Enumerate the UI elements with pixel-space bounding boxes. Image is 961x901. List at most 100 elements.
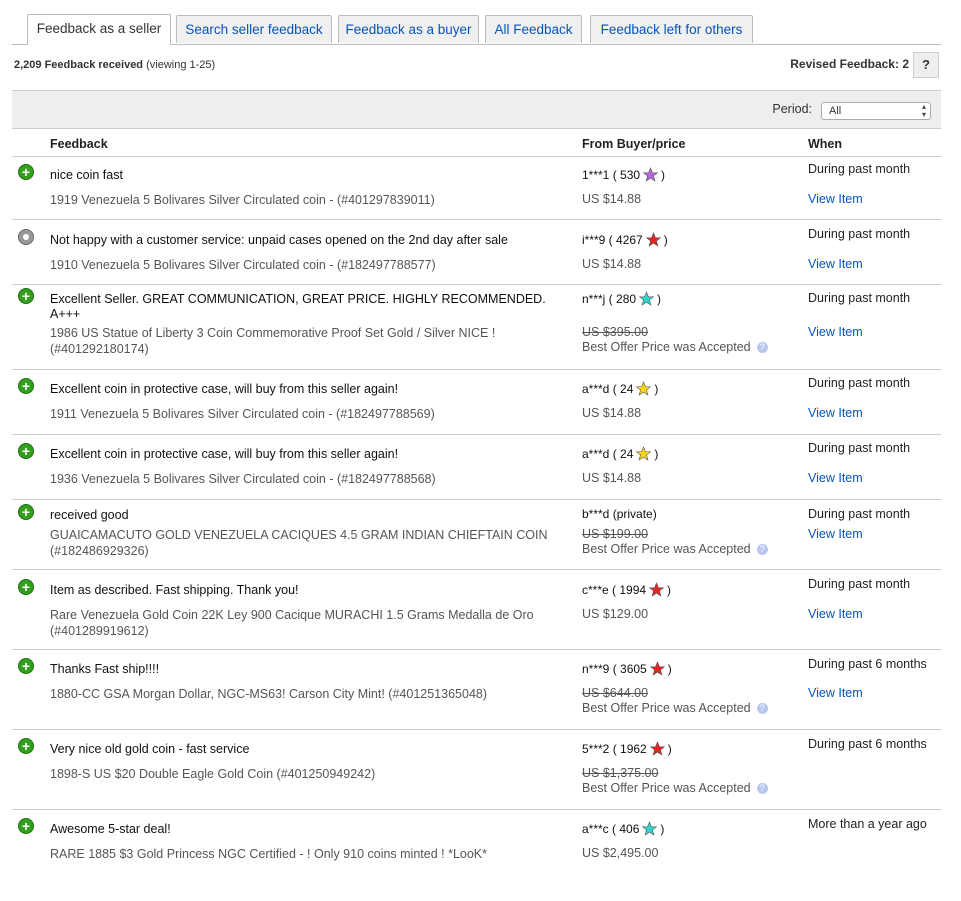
tab-feedback-as-seller[interactable]: Feedback as a seller [27,14,171,45]
item-title: 1880-CC GSA Morgan Dollar, NGC-MS63! Car… [50,687,488,701]
info-icon[interactable]: ? [756,342,768,353]
feedback-when: During past month [808,376,911,390]
column-when: When [808,137,843,151]
feedback-comment: Excellent coin in protective case, will … [50,382,399,396]
buyer-info: i***9 ( 4267) [582,232,668,247]
feedback-count: 2,209 Feedback received [14,59,144,71]
info-icon[interactable]: ? [756,544,768,555]
item-price: US $395.00 [582,325,649,339]
feedback-row: Not happy with a customer service: unpai… [12,219,941,285]
buyer-info: n***9 ( 3605) [582,661,672,676]
buyer-id-score[interactable]: n***j ( 280 [582,292,636,306]
view-item-link[interactable]: View Item [808,192,863,206]
buyer-id-score[interactable]: c***e ( 1994 [582,583,646,597]
best-offer-text: Best Offer Price was Accepted [582,542,751,556]
buyer-id-score[interactable]: a***c ( 406 [582,822,639,836]
item-price: US $199.00 [582,527,649,541]
view-item-link[interactable]: View Item [808,607,863,621]
yellow-star-icon [636,446,652,461]
feedback-when: During past 6 months [808,737,927,751]
buyer-info-end: ) [663,233,668,247]
feedback-row: + Awesome 5-star deal! RARE 1885 $3 Gold P… [12,809,941,901]
feedback-summary: 2,209 Feedback received (viewing 1-25) [14,59,215,71]
buyer-id-score[interactable]: n***9 ( 3605 [582,662,647,676]
viewing-range: (viewing 1-25) [146,59,216,71]
feedback-when: During past month [808,162,911,176]
buyer-id-score[interactable]: b***d (private) [582,507,657,521]
period-value: All [829,105,842,117]
view-item-link[interactable]: View Item [808,406,863,420]
buyer-info-end: ) [667,742,672,756]
buyer-info: a***c ( 406) [582,821,664,836]
positive-feedback-icon: + [18,443,34,459]
item-price: US $644.00 [582,686,649,700]
feedback-when: During past month [808,441,911,455]
buyer-info: 5***2 ( 1962) [582,741,672,756]
red-star-icon [649,741,665,756]
feedback-row: + Excellent Seller. GREAT COMMUNICATION, … [12,284,941,370]
best-offer-note: Best Offer Price was Accepted? [582,781,768,795]
buyer-id-score[interactable]: a***d ( 24 [582,447,633,461]
positive-feedback-icon: + [18,579,34,595]
neutral-feedback-icon [18,229,34,245]
item-title: 1986 US Statue of Liberty 3 Coin Commemo… [50,326,496,356]
purple-star-icon [643,167,659,182]
feedback-row: + Very nice old gold coin - fast service 1… [12,729,941,810]
feedback-row: + Excellent coin in protective case, will… [12,369,941,435]
buyer-info-end: ) [654,382,659,396]
view-item-link[interactable]: View Item [808,471,863,485]
view-item-link[interactable]: View Item [808,686,863,700]
tab-all-feedback[interactable]: All Feedback [485,15,582,43]
item-title: 1898-S US $20 Double Eagle Gold Coin (#4… [50,767,376,781]
tab-feedback-as-buyer[interactable]: Feedback as a buyer [338,15,479,43]
buyer-id-score[interactable]: 5***2 ( 1962 [582,742,647,756]
red-star-icon [649,582,665,597]
positive-feedback-icon: + [18,164,34,180]
red-star-icon [645,232,661,247]
buyer-info-end: ) [667,662,672,676]
select-arrows-icon: ▴ ▾ [921,102,926,119]
buyer-info: 1***1 ( 530) [582,167,665,182]
feedback-comment: nice coin fast [50,168,123,182]
item-price: US $129.00 [582,607,649,621]
buyer-info: n***j ( 280) [582,291,661,306]
item-price: US $14.88 [582,257,642,271]
item-title: GUAICAMACUTO GOLD VENEZUELA CACIQUES 4.5… [50,528,548,558]
best-offer-text: Best Offer Price was Accepted [582,701,751,715]
buyer-info-end: ) [660,822,665,836]
buyer-info-end: ) [661,168,666,182]
feedback-comment: Excellent Seller. GREAT COMMUNICATION, G… [50,292,546,321]
buyer-id-score[interactable]: 1***1 ( 530 [582,168,640,182]
positive-feedback-icon: + [18,818,34,834]
positive-feedback-icon: + [18,288,34,304]
positive-feedback-icon: + [18,378,34,394]
view-item-link[interactable]: View Item [808,527,863,541]
feedback-comment: Not happy with a customer service: unpai… [50,233,508,247]
feedback-comment: Very nice old gold coin - fast service [50,742,250,756]
feedback-comment: Awesome 5-star deal! [50,822,171,836]
buyer-id-score[interactable]: a***d ( 24 [582,382,633,396]
tab-search-seller-feedback[interactable]: Search seller feedback [176,15,332,43]
view-item-link[interactable]: View Item [808,325,863,339]
period-select[interactable]: All ▴ ▾ [821,102,931,120]
item-price: US $14.88 [582,192,642,206]
view-item-link[interactable]: View Item [808,257,863,271]
best-offer-text: Best Offer Price was Accepted [582,340,751,354]
info-icon[interactable]: ? [756,703,768,714]
buyer-info-end: ) [667,583,672,597]
best-offer-note: Best Offer Price was Accepted? [582,701,768,715]
best-offer-text: Best Offer Price was Accepted [582,781,751,795]
revised-feedback-count: Revised Feedback: 2 [790,57,909,71]
tab-feedback-left-for-others[interactable]: Feedback left for others [590,15,753,43]
feedback-comment: Thanks Fast ship!!!! [50,662,160,676]
feedback-when: During past 6 months [808,657,927,671]
info-icon[interactable]: ? [756,783,768,794]
feedback-tabs: Feedback as a seller Search seller feedb… [12,14,941,45]
item-price: US $2,495.00 [582,846,659,860]
item-title: Rare Venezuela Gold Coin 22K Ley 900 Cac… [50,608,534,638]
feedback-comment: Item as described. Fast shipping. Thank … [50,583,299,597]
feedback-when: During past month [808,227,911,241]
feedback-row: + Excellent coin in protective case, will… [12,434,941,500]
buyer-id-score[interactable]: i***9 ( 4267 [582,233,643,247]
help-button[interactable]: ? [913,52,939,78]
